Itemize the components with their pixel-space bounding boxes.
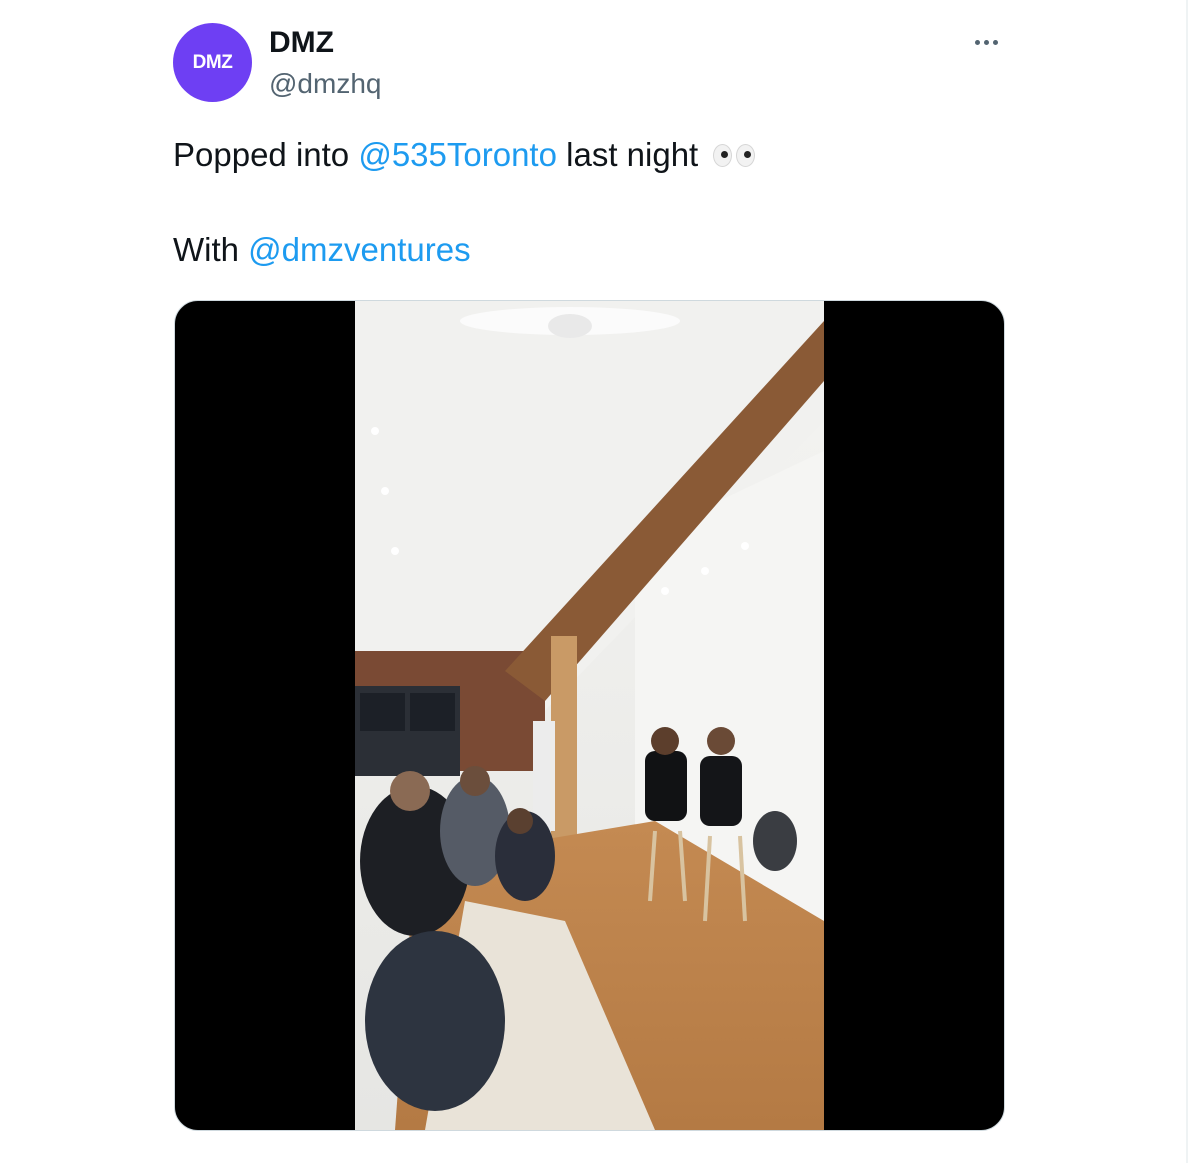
more-dot xyxy=(983,39,989,45)
mention-link-535toronto[interactable]: @535Toronto xyxy=(358,136,557,173)
tweet-text: With xyxy=(173,231,249,268)
pupil xyxy=(744,150,752,158)
more-options-button[interactable] xyxy=(966,28,1006,56)
video-frame xyxy=(355,301,824,1130)
tweet-video-player[interactable] xyxy=(174,300,1005,1131)
more-horizontal-icon xyxy=(974,39,980,45)
timeline-border xyxy=(1186,0,1188,1163)
tweet-text-line-2: With @dmzventures xyxy=(173,230,471,270)
tweet-text: Popped into xyxy=(173,136,359,173)
tweet-text-line-1: Popped into @535Toronto last night xyxy=(173,135,756,175)
tweet-text: last night xyxy=(556,136,699,173)
avatar-logo-text: DMZ xyxy=(192,51,233,73)
eye-shape xyxy=(713,143,733,167)
author-display-name[interactable]: DMZ xyxy=(269,26,334,60)
mention-link-dmzventures[interactable]: @dmzventures xyxy=(248,231,470,268)
eye-shape xyxy=(736,143,756,167)
eyes-emoji-icon xyxy=(713,143,756,167)
author-avatar[interactable]: DMZ xyxy=(173,23,252,102)
more-dot xyxy=(992,39,998,45)
pupil xyxy=(721,150,729,158)
author-handle[interactable]: @dmzhq xyxy=(269,67,381,101)
video-thumbnail xyxy=(355,301,824,1130)
